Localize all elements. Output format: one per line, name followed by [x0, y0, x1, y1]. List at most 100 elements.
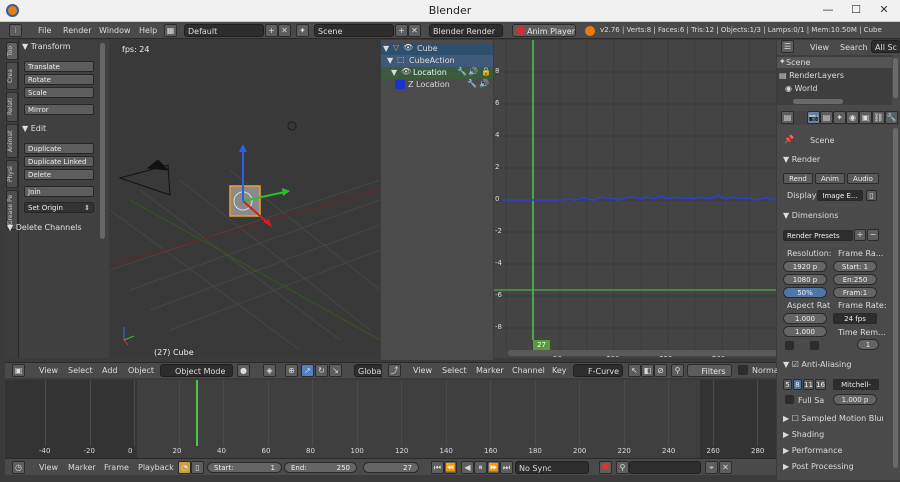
render-tab-icon[interactable]: 📷	[807, 111, 820, 124]
only-selected-icon[interactable]: ↖	[628, 364, 641, 377]
aspect-x-field[interactable]: 1.000	[783, 313, 827, 324]
menu-search[interactable]: Search	[840, 43, 867, 52]
normalize-checkbox[interactable]	[738, 365, 748, 375]
menu-view[interactable]: View	[810, 43, 829, 52]
current-frame-badge[interactable]: 27	[533, 340, 550, 350]
menu-add[interactable]: Add	[102, 366, 118, 375]
menu-select[interactable]: Select	[68, 366, 93, 375]
border-checkbox[interactable]	[785, 341, 794, 350]
channel-row-location[interactable]: ▼ 👁 Location 🔧 🔊 🔒	[381, 67, 493, 79]
layout-add-icon[interactable]: +	[265, 24, 278, 37]
graph-hscrollbar[interactable]	[508, 350, 776, 356]
tab-animation[interactable]: Animat	[6, 124, 18, 158]
scale-manip-icon[interactable]: ↘	[329, 364, 342, 377]
mirror-button[interactable]: Mirror	[24, 104, 94, 115]
jump-end-icon[interactable]: ⏭	[500, 461, 513, 474]
world-tab-icon[interactable]: ◉	[846, 111, 859, 124]
frame-step-field[interactable]: Fram:1	[833, 287, 877, 298]
prev-key-icon[interactable]: ⏪	[444, 461, 457, 474]
outliner-row-world[interactable]: ◉ World	[785, 84, 817, 93]
menu-view[interactable]: View	[39, 463, 58, 472]
frame-start-field[interactable]: Start: 1	[833, 261, 877, 272]
resolution-y-field[interactable]: 1080 p	[783, 274, 827, 285]
frame-end-field[interactable]: En:250	[833, 274, 877, 285]
set-origin-dropdown[interactable]: Set Origin ⇕	[24, 202, 94, 213]
frame-rate-dropdown[interactable]: 24 fps	[833, 313, 877, 324]
menu-select[interactable]: Select	[442, 366, 467, 375]
editor-type-3d-icon[interactable]: ▣	[12, 364, 25, 377]
anim-player-button[interactable]: Anim Player	[512, 24, 576, 37]
scene-remove-icon[interactable]: ✕	[408, 24, 421, 37]
layout-remove-icon[interactable]: ✕	[278, 24, 291, 37]
aa-samples-5[interactable]: 5	[783, 379, 792, 390]
wrench-icon[interactable]: 🔧	[457, 67, 467, 76]
pivot-icon[interactable]: ◈	[263, 364, 276, 377]
outliner-row-scene[interactable]: ✦ Scene	[777, 57, 892, 68]
menu-playback[interactable]: Playback	[138, 463, 174, 472]
motion-blur-panel-header[interactable]: ▶ ☐ Sampled Motion Blur	[783, 414, 883, 423]
aa-panel-header[interactable]: ▼ ☑ Anti-Aliasing	[783, 360, 851, 369]
orientation-dropdown[interactable]: Global	[354, 364, 384, 377]
manipulator-icon[interactable]: ⊕	[285, 364, 298, 377]
keying-set-field[interactable]	[629, 461, 701, 474]
duplicate-button[interactable]: Duplicate	[24, 143, 94, 154]
filter-size-field[interactable]: 1.000 p	[833, 394, 877, 405]
render-engine-dropdown[interactable]: Blender Render	[429, 24, 503, 37]
tab-create[interactable]: Crea	[6, 62, 18, 90]
menu-window[interactable]: Window	[99, 24, 131, 37]
menu-file[interactable]: File	[38, 24, 51, 37]
post-processing-panel-header[interactable]: ▶ Post Processing	[783, 462, 854, 471]
aspect-y-field[interactable]: 1.000	[783, 326, 827, 337]
menu-marker[interactable]: Marker	[476, 366, 504, 375]
preview-range-icon[interactable]: ◔	[178, 461, 191, 474]
graph-editor[interactable]: 86420-2-4-6-8 50100150200 27	[494, 40, 776, 358]
render-image-button[interactable]: Rend	[783, 173, 813, 184]
3d-viewport[interactable]: fps: 24 (27) Cube	[110, 40, 380, 358]
end-frame-field[interactable]: End: 250	[284, 462, 357, 473]
maximize-button[interactable]: ☐	[842, 0, 870, 20]
editor-type-info-icon[interactable]: i	[9, 24, 22, 37]
duplicate-linked-button[interactable]: Duplicate Linked	[24, 156, 94, 167]
lock-icon[interactable]: 🔒	[481, 67, 491, 76]
current-frame-field[interactable]: 27	[363, 462, 419, 473]
outliner-scrollbar[interactable]	[793, 99, 843, 104]
channel-row-cube[interactable]: ▼ ▽ 👁 Cube	[381, 43, 493, 55]
outliner-row-renderlayers[interactable]: ▤ RenderLayers	[779, 71, 844, 80]
scene-icon[interactable]: ✦	[296, 24, 309, 37]
transform-panel-header[interactable]: ▼ Transform	[22, 42, 71, 51]
menu-marker[interactable]: Marker	[68, 463, 96, 472]
render-anim-button[interactable]: Anim	[815, 173, 845, 184]
menu-frame[interactable]: Frame	[104, 463, 129, 472]
scale-button[interactable]: Scale	[24, 87, 94, 98]
menu-key[interactable]: Key	[552, 366, 567, 375]
tab-tools[interactable]: Too	[6, 42, 18, 60]
scene-tab-icon[interactable]: ✦	[833, 111, 846, 124]
display-mode-dropdown[interactable]: All Sc	[871, 40, 900, 53]
editor-type-outliner-icon[interactable]: ☰	[781, 40, 794, 53]
shading-panel-header[interactable]: ▶ Shading	[783, 430, 824, 439]
motion-blur-checkbox-icon[interactable]: ☐	[792, 414, 802, 423]
error-filter-icon[interactable]: ⊘	[654, 364, 667, 377]
scene-dropdown[interactable]: Scene	[314, 24, 394, 37]
aa-samples-8[interactable]: 8	[793, 379, 802, 390]
menu-view[interactable]: View	[39, 366, 58, 375]
sync-dropdown[interactable]: No Sync	[515, 461, 589, 474]
crop-checkbox[interactable]	[810, 341, 819, 350]
object-tab-icon[interactable]: ▣	[859, 111, 872, 124]
visibility-eye-icon[interactable]: 👁	[401, 67, 411, 76]
pause-icon[interactable]: ⏸	[474, 461, 487, 474]
menu-render[interactable]: Render	[63, 24, 91, 37]
start-frame-field[interactable]: Start: 1	[207, 462, 282, 473]
menu-object[interactable]: Object	[128, 366, 154, 375]
full-sample-checkbox[interactable]	[785, 395, 794, 404]
speaker-icon[interactable]: 🔊	[479, 79, 489, 88]
props-vscrollbar[interactable]	[893, 58, 898, 98]
object-mode-dropdown[interactable]: Object Mode	[160, 364, 233, 377]
editor-type-timeline-icon[interactable]: ◷	[12, 461, 25, 474]
resolution-percent-slider[interactable]: 50%	[783, 287, 827, 298]
layout-grid-icon[interactable]: ▦	[164, 24, 177, 37]
layers-tab-icon[interactable]: ▤	[820, 111, 833, 124]
auto-key-record-icon[interactable]	[599, 461, 612, 474]
jump-start-icon[interactable]: ⏮	[431, 461, 444, 474]
menu-channel[interactable]: Channel	[512, 366, 545, 375]
